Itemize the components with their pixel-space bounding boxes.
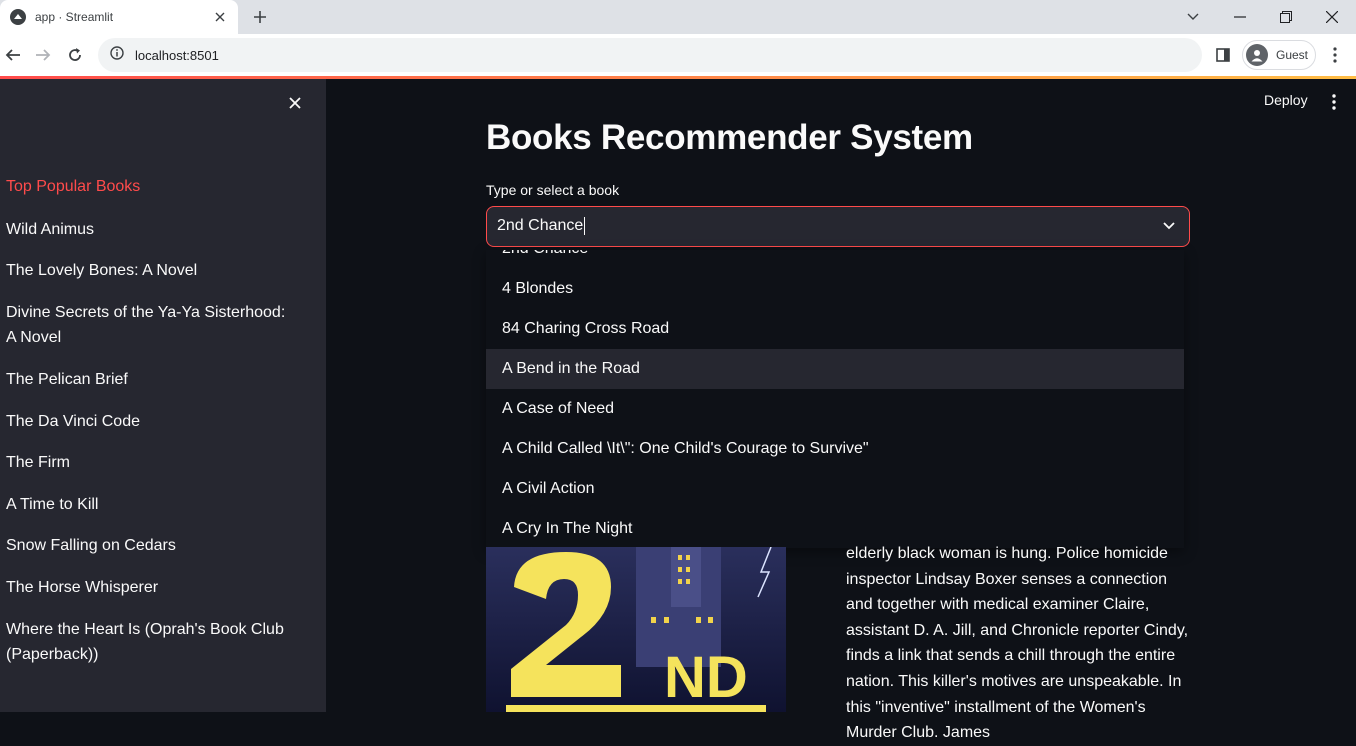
select-label: Type or select a book bbox=[486, 182, 620, 198]
back-icon[interactable] bbox=[2, 44, 24, 66]
close-window-icon[interactable] bbox=[1321, 6, 1343, 28]
sidebar-book-item: The Firm bbox=[6, 454, 70, 471]
sidebar-book-item: The Lovely Bones: A Novel bbox=[6, 262, 198, 279]
book-options-list: 2nd Chance 4 Blondes 84 Charing Cross Ro… bbox=[486, 250, 1184, 548]
sidebar-heading: Top Popular Books bbox=[6, 178, 141, 195]
option-item[interactable]: A Case of Need bbox=[486, 389, 1184, 429]
option-item[interactable]: A Civil Action bbox=[486, 469, 1184, 509]
option-item[interactable]: A Child Called \It\": One Child's Courag… bbox=[486, 429, 1184, 469]
sidebar-book-item: Snow Falling on Cedars bbox=[6, 537, 176, 554]
forward-icon[interactable] bbox=[32, 44, 54, 66]
reload-icon[interactable] bbox=[64, 44, 86, 66]
option-item-highlighted[interactable]: A Bend in the Road bbox=[486, 349, 1184, 389]
browser-menu-icon[interactable] bbox=[1326, 45, 1344, 65]
tab-search-chevron-icon[interactable] bbox=[1182, 6, 1204, 28]
site-info-icon[interactable] bbox=[110, 45, 124, 65]
sidebar-close-icon[interactable] bbox=[285, 93, 305, 113]
book-description: elderly black woman is hung. Police homi… bbox=[846, 545, 1189, 742]
svg-text:ND: ND bbox=[664, 645, 748, 710]
option-item[interactable]: 4 Blondes bbox=[486, 269, 1184, 309]
sidebar: Top Popular Books Wild Animus The Lovely… bbox=[0, 79, 326, 712]
page-title: Books Recommender System bbox=[486, 118, 973, 157]
sidebar-book-item: Divine Secrets of the Ya-Ya Sisterhood: … bbox=[6, 304, 286, 346]
tab-title: app · Streamlit bbox=[35, 10, 114, 24]
sidebar-book-item: The Horse Whisperer bbox=[6, 579, 159, 596]
url-text: localhost:8501 bbox=[135, 47, 219, 63]
restore-icon[interactable] bbox=[1275, 6, 1297, 28]
browser-tab[interactable]: app · Streamlit bbox=[0, 0, 238, 34]
sidebar-book-item: A Time to Kill bbox=[6, 496, 99, 513]
book-select-input[interactable]: 2nd Chance bbox=[497, 217, 586, 235]
minimize-icon[interactable] bbox=[1229, 6, 1251, 28]
app-menu-icon[interactable] bbox=[1326, 92, 1342, 112]
book-cover-image: ND bbox=[486, 547, 786, 712]
profile-name: Guest bbox=[1276, 48, 1309, 62]
profile-button[interactable]: Guest bbox=[1242, 40, 1316, 70]
book-select[interactable]: 2nd Chance bbox=[486, 206, 1190, 247]
chevron-down-icon[interactable] bbox=[1161, 218, 1177, 234]
address-bar[interactable]: localhost:8501 bbox=[98, 38, 1202, 72]
browser-tabstrip: app · Streamlit bbox=[0, 0, 1356, 34]
sidebar-book-item: Where the Heart Is (Oprah's Book Club (P… bbox=[6, 621, 284, 663]
side-panel-icon[interactable] bbox=[1213, 45, 1233, 65]
new-tab-icon[interactable] bbox=[250, 7, 270, 27]
option-item[interactable]: 2nd Chance bbox=[486, 250, 1184, 269]
deploy-button[interactable]: Deploy bbox=[1264, 92, 1308, 108]
tab-close-icon[interactable] bbox=[212, 9, 228, 25]
sidebar-book-item: Wild Animus bbox=[6, 221, 95, 238]
profile-avatar-icon bbox=[1246, 44, 1268, 66]
browser-toolbar: localhost:8501 Guest bbox=[0, 34, 1356, 76]
streamlit-favicon-icon bbox=[10, 9, 26, 25]
sidebar-book-item: The Pelican Brief bbox=[6, 371, 128, 388]
option-item[interactable]: 84 Charing Cross Road bbox=[486, 309, 1184, 349]
sidebar-book-item: The Da Vinci Code bbox=[6, 413, 140, 430]
